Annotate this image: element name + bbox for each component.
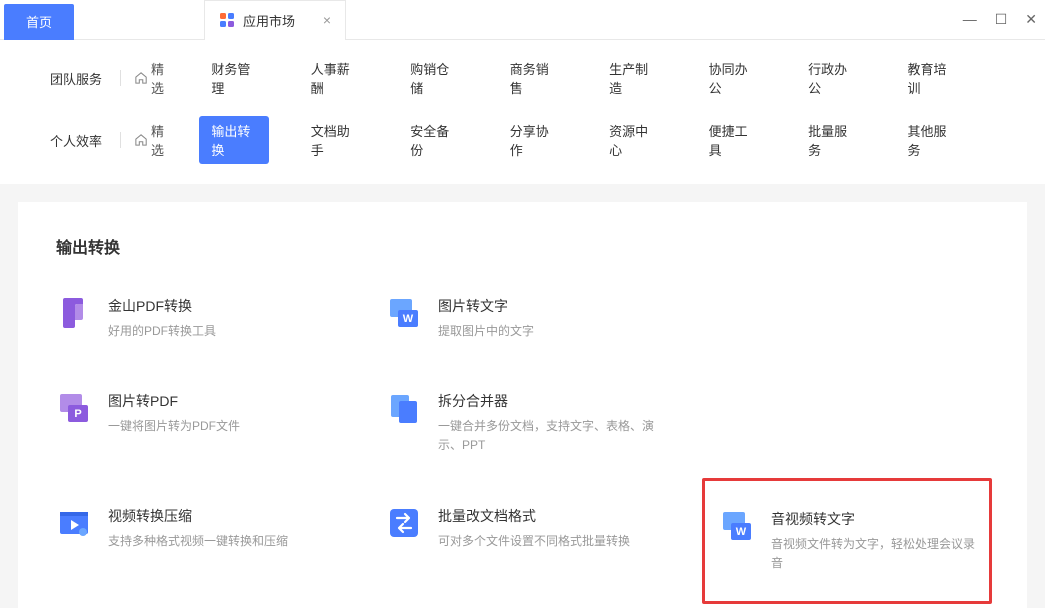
card-title: 拆分合并器 [438, 391, 676, 411]
close-button[interactable]: ✕ [1025, 11, 1037, 28]
card-title: 金山PDF转换 [108, 296, 346, 316]
tab-home[interactable]: 首页 [4, 4, 74, 40]
card-batch-format[interactable]: 批量改文档格式 可对多个文件设置不同格式批量转换 [386, 506, 676, 576]
tab-app-market-label: 应用市场 [243, 11, 295, 30]
card-desc: 提取图片中的文字 [438, 322, 676, 341]
card-title: 图片转PDF [108, 391, 346, 411]
minimize-button[interactable]: — [963, 11, 977, 28]
nav-personal-item-2[interactable]: 安全备份 [398, 116, 467, 164]
image-pdf-icon: P [56, 391, 92, 427]
nav-team-item-5[interactable]: 协同办公 [697, 54, 766, 102]
nav-personal-item-6[interactable]: 批量服务 [796, 116, 865, 164]
nav-featured-personal[interactable]: 精选 [135, 121, 173, 159]
card-title: 批量改文档格式 [438, 506, 676, 526]
cards-grid: 金山PDF转换 好用的PDF转换工具 W 图片转文字 提取图片中的文字 P 图片… [56, 296, 989, 576]
maximize-button[interactable]: ☐ [995, 11, 1008, 28]
divider [120, 70, 121, 86]
card-audio-video-to-text[interactable]: W 音视频转文字 音视频文件转为文字，轻松处理会议录音 [702, 478, 992, 604]
card-desc: 一键将图片转为PDF文件 [108, 417, 346, 436]
section-title: 输出转换 [56, 234, 989, 258]
content: 输出转换 金山PDF转换 好用的PDF转换工具 W 图片转文字 提取图片中的文字… [18, 202, 1027, 608]
video-icon [56, 506, 92, 542]
home-icon [135, 71, 147, 85]
nav-personal-item-7[interactable]: 其他服务 [896, 116, 965, 164]
card-desc: 好用的PDF转换工具 [108, 322, 346, 341]
card-image-to-text[interactable]: W 图片转文字 提取图片中的文字 [386, 296, 676, 341]
nav-personal-item-3[interactable]: 分享协作 [498, 116, 567, 164]
audio-text-icon: W [719, 509, 755, 545]
nav-personal-item-0[interactable]: 输出转换 [199, 116, 268, 164]
nav-personal-item-5[interactable]: 便捷工具 [697, 116, 766, 164]
card-desc: 一键合并多份文档，支持文字、表格、演示、PPT [438, 417, 676, 455]
svg-text:W: W [403, 313, 414, 325]
card-image-to-pdf[interactable]: P 图片转PDF 一键将图片转为PDF文件 [56, 391, 346, 455]
svg-text:P: P [74, 408, 81, 420]
card-desc: 支持多种格式视频一键转换和压缩 [108, 532, 346, 551]
nav-team-item-0[interactable]: 财务管理 [199, 54, 268, 102]
card-title: 图片转文字 [438, 296, 676, 316]
nav-team-item-1[interactable]: 人事薪酬 [299, 54, 368, 102]
nav-personal-label: 个人效率 [50, 131, 120, 150]
nav-featured-label: 精选 [151, 121, 173, 159]
tab-home-label: 首页 [26, 12, 52, 31]
nav-team-item-2[interactable]: 购销仓储 [398, 54, 467, 102]
card-split-merge[interactable]: 拆分合并器 一键合并多份文档，支持文字、表格、演示、PPT [386, 391, 676, 455]
nav-team-item-7[interactable]: 教育培训 [896, 54, 965, 102]
card-desc: 音视频文件转为文字，轻松处理会议录音 [771, 535, 975, 573]
grid-icon [219, 12, 235, 28]
titlebar: 首页 应用市场 × — ☐ ✕ [0, 0, 1045, 40]
window-controls: — ☐ ✕ [963, 11, 1037, 28]
nav-featured-label: 精选 [151, 59, 173, 97]
nav-team-item-6[interactable]: 行政办公 [796, 54, 865, 102]
nav-row-team: 团队服务 精选 财务管理 人事薪酬 购销仓储 商务销售 生产制造 协同办公 行政… [50, 54, 995, 102]
copy-icon [386, 391, 422, 427]
card-desc: 可对多个文件设置不同格式批量转换 [438, 532, 676, 551]
card-title: 视频转换压缩 [108, 506, 346, 526]
nav-team-label: 团队服务 [50, 69, 120, 88]
tab-app-market[interactable]: 应用市场 × [204, 0, 346, 40]
nav-team-item-4[interactable]: 生产制造 [597, 54, 666, 102]
card-pdf-convert[interactable]: 金山PDF转换 好用的PDF转换工具 [56, 296, 346, 341]
card-video-convert[interactable]: 视频转换压缩 支持多种格式视频一键转换和压缩 [56, 506, 346, 576]
svg-text:W: W [736, 526, 747, 538]
close-icon[interactable]: × [323, 12, 331, 28]
nav-featured-team[interactable]: 精选 [135, 59, 173, 97]
nav-row-personal: 个人效率 精选 输出转换 文档助手 安全备份 分享协作 资源中心 便捷工具 批量… [50, 116, 995, 164]
nav-personal-item-1[interactable]: 文档助手 [299, 116, 368, 164]
nav-personal-item-4[interactable]: 资源中心 [597, 116, 666, 164]
nav-bar: 团队服务 精选 财务管理 人事薪酬 购销仓储 商务销售 生产制造 协同办公 行政… [0, 40, 1045, 184]
nav-team-item-3[interactable]: 商务销售 [498, 54, 567, 102]
card-title: 音视频转文字 [771, 509, 975, 529]
pdf-icon [56, 296, 92, 332]
divider [120, 132, 121, 148]
swap-icon [386, 506, 422, 542]
home-icon [135, 133, 147, 147]
image-text-icon: W [386, 296, 422, 332]
